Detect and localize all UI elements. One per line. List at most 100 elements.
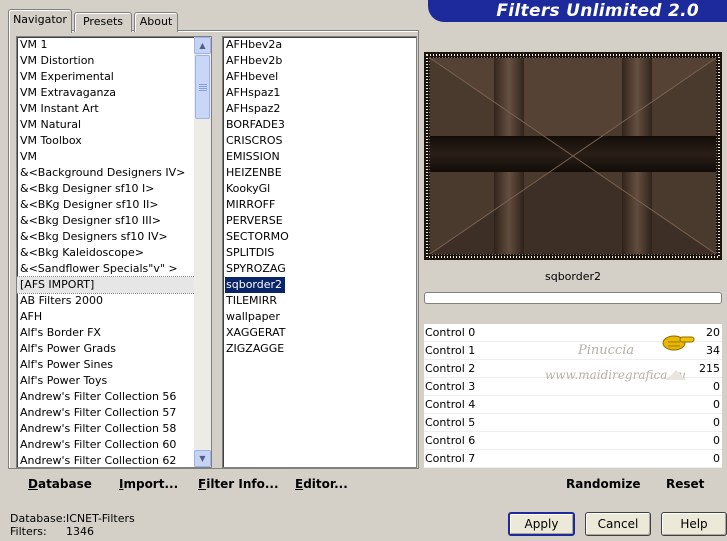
filter-item[interactable]: SECTORMO: [223, 229, 416, 245]
status-database-label: Database:: [10, 512, 67, 525]
watermark-name: Pinuccia: [578, 343, 635, 358]
scroll-thumb[interactable]: [195, 55, 210, 119]
category-item[interactable]: Andrew's Filter Collection 58: [17, 421, 211, 437]
help-button[interactable]: Help: [661, 512, 727, 536]
filter-item[interactable]: EMISSION: [223, 149, 416, 165]
filter-item-selected[interactable]: sqborder2: [225, 277, 286, 293]
category-item[interactable]: AB Filters 2000: [17, 293, 211, 309]
category-item[interactable]: &<Sandflower Specials"v" >: [17, 261, 211, 277]
category-item[interactable]: &<BKg Designer sf10 II>: [17, 197, 211, 213]
category-item[interactable]: VM Experimental: [17, 69, 211, 85]
status-filters-label: Filters:: [10, 525, 47, 538]
triangle-marker-icon: [666, 370, 686, 380]
selected-filter-name: sqborder2: [544, 270, 602, 283]
filter-list[interactable]: AFHbev2a AFHbev2b AFHbevel AFHspaz1 AFHspaz2…: [222, 36, 417, 468]
tab-navigator[interactable]: Navigator: [8, 9, 72, 33]
control-label: Control 6: [425, 434, 476, 447]
category-item[interactable]: VM 1: [17, 37, 211, 53]
watermark-url: www.maidiregrafica.eu: [545, 368, 687, 382]
import-button[interactable]: Import...: [119, 474, 178, 494]
category-item[interactable]: Andrew's Filter Collection 56: [17, 389, 211, 405]
category-item[interactable]: VM Natural: [17, 117, 211, 133]
tab-presets[interactable]: Presets: [74, 12, 132, 32]
progress-bar: [424, 292, 722, 304]
category-item[interactable]: [AFS IMPORT]: [17, 276, 211, 294]
control-row[interactable]: Control 6 0: [424, 432, 722, 450]
filter-item[interactable]: BORFADE3: [223, 117, 416, 133]
app-title-banner: Filters Unlimited 2.0: [428, 0, 727, 22]
control-value: 0: [713, 398, 720, 411]
category-item[interactable]: AFH: [17, 309, 211, 325]
control-value: 20: [706, 326, 720, 339]
category-item[interactable]: Alf's Border FX: [17, 325, 211, 341]
status-database: Database: ICNET-Filters: [10, 512, 135, 525]
category-item[interactable]: Andrew's Filter Collection 57: [17, 405, 211, 421]
pointing-hand-icon: [662, 335, 695, 351]
tab-about[interactable]: About: [134, 12, 178, 32]
control-label: Control 0: [425, 326, 476, 339]
category-item[interactable]: VM Instant Art: [17, 101, 211, 117]
filter-item[interactable]: wallpaper: [223, 309, 416, 325]
category-item[interactable]: &<Bkg Kaleidoscope>: [17, 245, 211, 261]
control-label: Control 5: [425, 416, 476, 429]
category-item[interactable]: &<Background Designers IV>: [17, 165, 211, 181]
category-item[interactable]: Alf's Power Grads: [17, 341, 211, 357]
category-item[interactable]: Andrew's Filter Collection 60: [17, 437, 211, 453]
reset-button[interactable]: Reset: [666, 474, 704, 494]
apply-button[interactable]: Apply: [508, 512, 575, 536]
scroll-down-button[interactable]: ▼: [194, 450, 211, 467]
status-filters-value: 1346: [66, 525, 94, 538]
filter-item[interactable]: CRISCROS: [223, 133, 416, 149]
scroll-up-button[interactable]: ▲: [194, 37, 211, 54]
control-value: 0: [713, 380, 720, 393]
filter-item[interactable]: AFHspaz1: [223, 85, 416, 101]
filter-item[interactable]: SPLITDIS: [223, 245, 416, 261]
category-item[interactable]: VM Toolbox: [17, 133, 211, 149]
control-label: Control 7: [425, 452, 476, 465]
preview-pattern: [424, 52, 722, 260]
filter-item[interactable]: AFHbev2a: [223, 37, 416, 53]
editor-button[interactable]: Editor...: [295, 474, 348, 494]
filter-item[interactable]: AFHbevel: [223, 69, 416, 85]
filter-item[interactable]: TILEMIRR: [223, 293, 416, 309]
database-button[interactable]: Database: [28, 474, 92, 494]
filter-item[interactable]: ZIGZAGGE: [223, 341, 416, 357]
category-items: VM 1 VM Distortion VM Experimental VM Extra…: [17, 37, 211, 467]
filter-item[interactable]: PERVERSE: [223, 213, 416, 229]
category-item[interactable]: Alf's Power Sines: [17, 357, 211, 373]
control-row[interactable]: Control 7 0: [424, 450, 722, 468]
filter-info-button[interactable]: Filter Info...: [198, 474, 279, 494]
filter-items: AFHbev2a AFHbev2b AFHbevel AFHspaz1 AFHspaz2…: [223, 37, 416, 357]
filter-item[interactable]: SPYROZAG: [223, 261, 416, 277]
category-item[interactable]: &<Bkg Designer sf10 III>: [17, 213, 211, 229]
randomize-button[interactable]: Randomize: [566, 474, 640, 494]
category-item[interactable]: Alf's Power Toys: [17, 373, 211, 389]
filter-item[interactable]: AFHspaz2: [223, 101, 416, 117]
preview-image: [424, 52, 722, 260]
control-value: 0: [713, 434, 720, 447]
filter-item[interactable]: MIRROFF: [223, 197, 416, 213]
category-item[interactable]: VM Distortion: [17, 53, 211, 69]
category-item[interactable]: VM Extravaganza: [17, 85, 211, 101]
category-item[interactable]: VM: [17, 149, 211, 165]
category-item[interactable]: &<Bkg Designers sf10 IV>: [17, 229, 211, 245]
control-value: 34: [706, 344, 720, 357]
control-label: Control 3: [425, 380, 476, 393]
category-item[interactable]: Andrew's Filter Collection 62: [17, 453, 211, 467]
control-value: 0: [713, 452, 720, 465]
control-value: 215: [699, 362, 720, 375]
category-list[interactable]: VM 1 VM Distortion VM Experimental VM Extra…: [16, 36, 212, 468]
category-item[interactable]: &<Bkg Designer sf10 I>: [17, 181, 211, 197]
filter-item[interactable]: XAGGERAT: [223, 325, 416, 341]
filter-item[interactable]: KookyGl: [223, 181, 416, 197]
status-filters: Filters: 1346: [10, 525, 94, 538]
category-scrollbar[interactable]: ▲ ▼: [194, 37, 211, 467]
control-label: Control 1: [425, 344, 476, 357]
filter-item[interactable]: sqborder2: [223, 277, 416, 293]
cancel-button[interactable]: Cancel: [585, 512, 651, 536]
control-label: Control 4: [425, 398, 476, 411]
filter-item[interactable]: HEIZENBE: [223, 165, 416, 181]
control-row[interactable]: Control 5 0: [424, 414, 722, 432]
filter-item[interactable]: AFHbev2b: [223, 53, 416, 69]
control-row[interactable]: Control 4 0: [424, 396, 722, 414]
